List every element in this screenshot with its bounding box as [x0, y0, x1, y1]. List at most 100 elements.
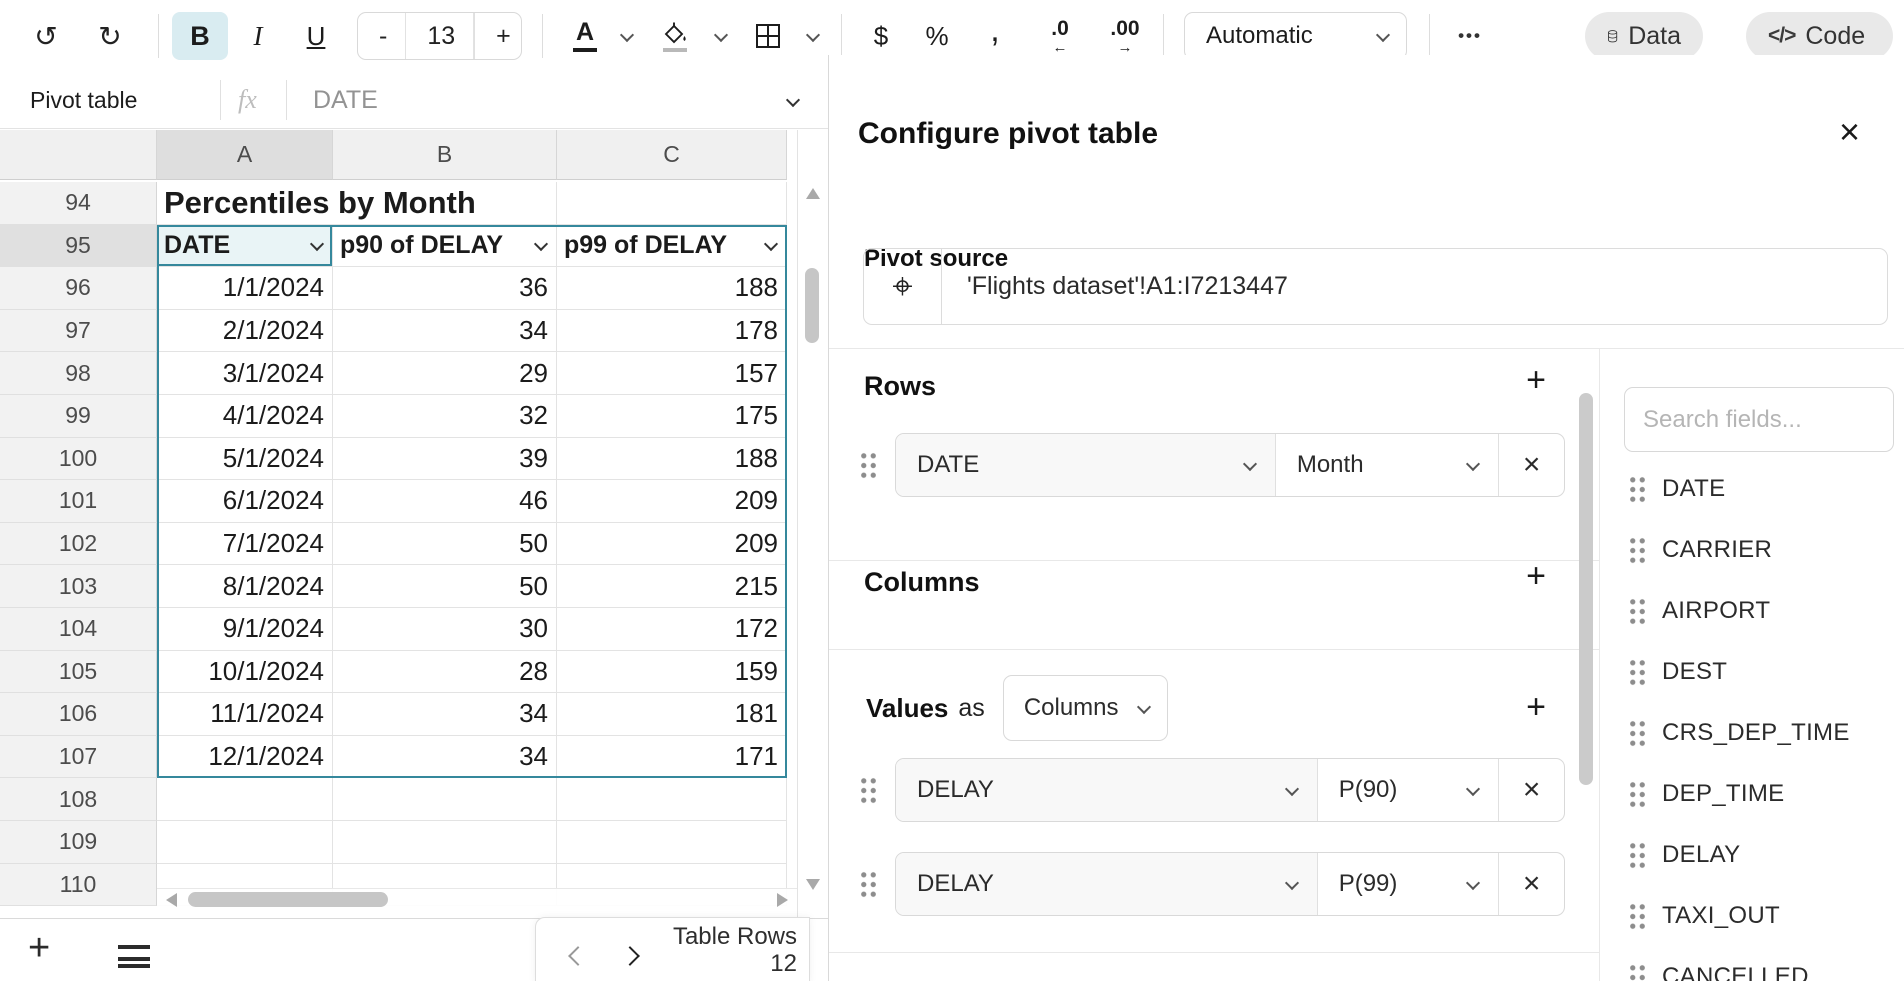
row-header[interactable]: 103 — [0, 565, 157, 608]
cell[interactable] — [157, 778, 333, 821]
cell[interactable] — [557, 182, 787, 225]
column-menu-icon[interactable] — [534, 238, 548, 252]
cell-p90[interactable]: 34 — [333, 310, 557, 353]
pivot-source-field[interactable]: ⌖ 'Flights dataset'!A1:I7213447 — [863, 248, 1888, 325]
row-header[interactable]: 104 — [0, 608, 157, 651]
formula-bar-expand-button[interactable] — [786, 94, 800, 113]
value-field-select[interactable]: DELAY — [896, 853, 1317, 915]
cell-p90[interactable]: 30 — [333, 608, 557, 651]
font-size-value[interactable]: 13 — [405, 13, 474, 59]
value-field-select[interactable]: DELAY — [896, 759, 1317, 821]
borders-button[interactable] — [748, 12, 788, 60]
underline-button[interactable]: U — [288, 12, 344, 60]
row-header[interactable]: 109 — [0, 821, 157, 864]
field-list-item[interactable]: DATE — [1628, 474, 1850, 504]
panel-scrollbar-thumb[interactable] — [1579, 393, 1593, 785]
cell-p99[interactable]: 188 — [557, 438, 787, 481]
search-fields-input[interactable] — [1624, 387, 1894, 452]
remove-row-field-button[interactable]: × — [1498, 434, 1564, 496]
remove-value-field-button[interactable]: × — [1498, 853, 1564, 915]
drag-handle-icon[interactable] — [1628, 780, 1647, 809]
row-header[interactable]: 97 — [0, 310, 157, 353]
redo-button[interactable]: ↻ — [94, 12, 126, 60]
value-aggregation-select[interactable]: P(99) — [1317, 853, 1499, 915]
cell-p99[interactable]: 181 — [557, 693, 787, 736]
cell-date[interactable]: 12/1/2024 — [157, 736, 333, 779]
drag-handle-icon[interactable] — [859, 870, 878, 899]
drag-handle-icon[interactable] — [1628, 719, 1647, 748]
drag-handle-icon[interactable] — [1628, 597, 1647, 626]
fill-color-dropdown[interactable] — [712, 12, 730, 60]
currency-format-button[interactable]: $ — [863, 12, 899, 60]
percent-format-button[interactable]: % — [918, 12, 956, 60]
cell-date[interactable]: 8/1/2024 — [157, 565, 333, 608]
value-aggregation-select[interactable]: P(90) — [1317, 759, 1499, 821]
row-header[interactable]: 99 — [0, 395, 157, 438]
cell-p99[interactable]: 157 — [557, 352, 787, 395]
cell-date[interactable]: 2/1/2024 — [157, 310, 333, 353]
cell[interactable] — [333, 821, 557, 864]
cell-date[interactable]: 5/1/2024 — [157, 438, 333, 481]
cell[interactable] — [557, 821, 787, 864]
add-row-field-button[interactable]: + — [1521, 361, 1551, 400]
row-header[interactable]: 96 — [0, 267, 157, 310]
bold-button[interactable]: B — [172, 12, 228, 60]
row-header[interactable]: 101 — [0, 480, 157, 523]
cell-p90[interactable]: 28 — [333, 651, 557, 694]
cell-p90[interactable]: 34 — [333, 693, 557, 736]
next-table-button[interactable] — [622, 946, 642, 966]
font-size-increase-button[interactable]: + — [474, 13, 529, 59]
remove-value-field-button[interactable]: × — [1498, 759, 1564, 821]
drag-handle-icon[interactable] — [859, 776, 878, 805]
cell-p90[interactable]: 36 — [333, 267, 557, 310]
name-box[interactable]: Pivot table — [30, 72, 137, 128]
column-menu-icon[interactable] — [310, 238, 324, 252]
cell-p99[interactable]: 215 — [557, 565, 787, 608]
scroll-down-arrow-icon[interactable] — [806, 879, 820, 890]
row-header[interactable]: 106 — [0, 693, 157, 736]
text-color-dropdown[interactable] — [618, 12, 636, 60]
font-size-decrease-button[interactable]: - — [358, 13, 405, 59]
row-header[interactable]: 108 — [0, 778, 157, 821]
column-menu-icon[interactable] — [764, 238, 778, 252]
field-list-item[interactable]: DELAY — [1628, 840, 1850, 870]
p99-header-cell[interactable]: p99 of DELAY — [557, 225, 787, 268]
drag-handle-icon[interactable] — [1628, 902, 1647, 931]
cell-p99[interactable]: 159 — [557, 651, 787, 694]
drag-handle-icon[interactable] — [1628, 658, 1647, 687]
row-field-select[interactable]: DATE — [896, 434, 1275, 496]
cell-date[interactable]: 6/1/2024 — [157, 480, 333, 523]
cell-p99[interactable]: 175 — [557, 395, 787, 438]
cell-date[interactable]: 9/1/2024 — [157, 608, 333, 651]
cell-p90[interactable]: 46 — [333, 480, 557, 523]
comma-format-button[interactable]: , — [980, 12, 1010, 60]
horizontal-scrollbar-thumb[interactable] — [188, 892, 388, 907]
p90-header-cell[interactable]: p90 of DELAY — [333, 225, 557, 268]
column-header-c[interactable]: C — [557, 130, 787, 180]
drag-handle-icon[interactable] — [859, 451, 878, 480]
vertical-scrollbar-thumb[interactable] — [805, 268, 819, 343]
cell-p99[interactable]: 172 — [557, 608, 787, 651]
cell-date[interactable]: 4/1/2024 — [157, 395, 333, 438]
table-title-cell[interactable]: Percentiles by Month — [157, 182, 557, 225]
cell-p90[interactable]: 32 — [333, 395, 557, 438]
cell-p99[interactable]: 209 — [557, 523, 787, 566]
undo-button[interactable]: ↺ — [30, 12, 62, 60]
field-list-item[interactable]: AIRPORT — [1628, 596, 1850, 626]
borders-dropdown[interactable] — [804, 12, 822, 60]
add-value-field-button[interactable]: + — [1521, 688, 1551, 727]
cell-p90[interactable]: 29 — [333, 352, 557, 395]
cell-date[interactable]: 3/1/2024 — [157, 352, 333, 395]
cell[interactable] — [333, 778, 557, 821]
text-color-button[interactable]: A — [562, 12, 608, 60]
cell-p90[interactable]: 50 — [333, 565, 557, 608]
row-header[interactable]: 98 — [0, 352, 157, 395]
number-format-select[interactable]: Automatic — [1184, 12, 1407, 60]
drag-handle-icon[interactable] — [1628, 963, 1647, 981]
code-button[interactable]: </> Code — [1746, 12, 1893, 60]
add-column-field-button[interactable]: + — [1521, 557, 1551, 596]
field-list-item[interactable]: CRS_DEP_TIME — [1628, 718, 1850, 748]
more-options-button[interactable]: ••• — [1448, 12, 1492, 60]
field-list-item[interactable]: DEP_TIME — [1628, 779, 1850, 809]
decrease-decimals-button[interactable]: .0← — [1040, 12, 1080, 60]
